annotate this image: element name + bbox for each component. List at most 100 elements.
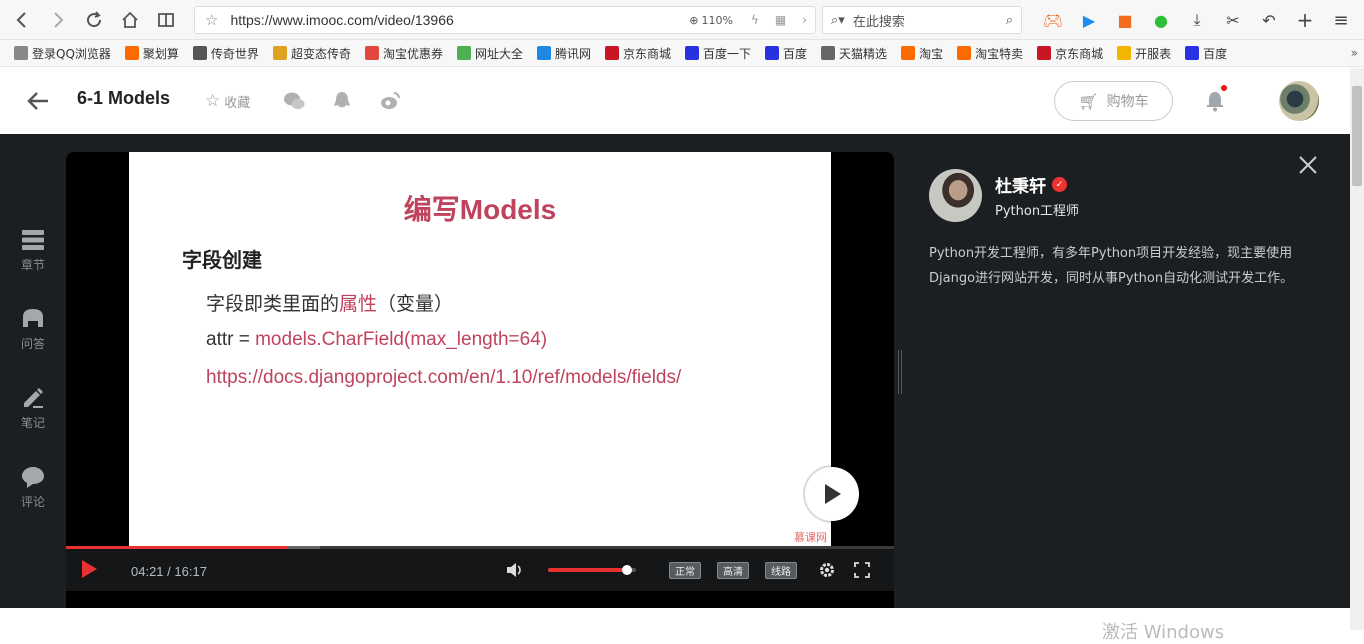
scissors-icon[interactable]: ✂ xyxy=(1220,7,1246,33)
bookmark-item[interactable]: 百度一下 xyxy=(685,45,751,62)
bookmark-item[interactable]: 开服表 xyxy=(1117,45,1171,62)
wechat-icon[interactable]: ● xyxy=(1148,7,1174,33)
wechat-share-icon[interactable] xyxy=(283,90,305,112)
jd-icon xyxy=(605,46,619,60)
bookmark-label: 腾讯网 xyxy=(554,46,591,61)
bookmark-label: 京东商城 xyxy=(1055,46,1104,61)
close-icon[interactable] xyxy=(1297,154,1319,176)
qq-share-icon[interactable] xyxy=(331,90,353,112)
side-nav-label: 笔记 xyxy=(20,416,45,430)
bookmarks-bar: 登录QQ浏览器 聚划算 传奇世界 超变态传奇 淘宝优惠券 网址大全 腾讯网 京东商城 百度一下 百… xyxy=(0,40,1364,67)
notification-dot xyxy=(1221,85,1227,91)
video-play-icon[interactable]: ▶ xyxy=(1076,7,1102,33)
qrcode-icon[interactable]: ▦ xyxy=(775,13,786,27)
camera-icon[interactable]: ■ xyxy=(1112,7,1138,33)
video-player[interactable]: 编写Models 字段创建 字段即类里面的属性（变量） attr = model… xyxy=(66,152,894,608)
teacher-name[interactable]: 杜秉轩 ✓ xyxy=(995,172,1067,197)
hao-icon xyxy=(456,46,471,60)
side-nav-chapter[interactable]: 章节 xyxy=(0,228,66,307)
reader-button[interactable] xyxy=(148,0,184,40)
cart-button[interactable]: 🛒︎ 购物车 xyxy=(1054,81,1173,121)
bookmark-item[interactable]: 网址大全 xyxy=(456,45,523,62)
route-button[interactable]: 线路 xyxy=(765,562,797,579)
flash-icon[interactable]: ϟ xyxy=(751,13,759,27)
time-display: 04:21 / 16:17 xyxy=(131,564,207,579)
search-input[interactable]: 在此搜索 xyxy=(853,11,1006,30)
bookmark-item[interactable]: 传奇世界 xyxy=(192,45,259,62)
home-button[interactable] xyxy=(112,0,148,40)
play-icon[interactable] xyxy=(80,559,98,579)
cart-label: 购物车 xyxy=(1106,94,1149,110)
side-nav-label: 章节 xyxy=(20,258,45,272)
bookmark-item[interactable]: 京东商城 xyxy=(605,45,671,62)
search-submit-icon[interactable]: ⌕ xyxy=(1006,13,1013,28)
magnifier-icon: ⊕ xyxy=(689,13,699,27)
volume-slider[interactable] xyxy=(548,565,636,575)
bookmark-label: 网址大全 xyxy=(474,46,523,61)
url-text[interactable]: https://www.imooc.com/video/13966 xyxy=(230,12,689,28)
back-arrow-icon[interactable] xyxy=(26,90,50,112)
undo-icon[interactable]: ↶ xyxy=(1256,7,1282,33)
favorite-button[interactable]: ☆ 收藏 xyxy=(205,91,250,111)
reload-button[interactable] xyxy=(76,0,112,40)
page-title: 6-1 Models xyxy=(77,88,171,108)
user-icon xyxy=(14,46,28,60)
bookmarks-overflow-icon[interactable]: » xyxy=(1351,46,1358,60)
bookmark-item[interactable]: 京东商城 xyxy=(1037,45,1103,62)
bookmark-item[interactable]: 登录QQ浏览器 xyxy=(14,45,111,62)
chevron-left-icon xyxy=(16,11,26,28)
home-icon xyxy=(122,11,138,28)
coupon-icon xyxy=(364,46,379,60)
volume-icon[interactable] xyxy=(506,561,524,579)
download-icon[interactable]: ⤓ xyxy=(1184,7,1210,33)
teacher-description: Python开发工程师，有多年Python项目开发经验，现主要使用Django进… xyxy=(929,246,1294,286)
address-bar[interactable]: ☆ https://www.imooc.com/video/13966 ⊕ 110… xyxy=(194,6,816,34)
bookmark-label: 天猫精选 xyxy=(839,46,888,61)
bookmark-item[interactable]: 淘宝优惠券 xyxy=(364,45,443,62)
menu-icon[interactable]: ≡ xyxy=(1328,7,1354,33)
bookmark-item[interactable]: 天猫精选 xyxy=(821,45,887,62)
volume-handle[interactable] xyxy=(622,565,633,575)
big-play-button[interactable] xyxy=(805,467,859,521)
forward-button[interactable] xyxy=(40,0,76,40)
chevron-right-icon[interactable]: › xyxy=(802,13,807,27)
bookmark-item[interactable]: 百度 xyxy=(765,45,807,62)
bookmark-item[interactable]: 超变态传奇 xyxy=(272,45,351,62)
cart-icon: 🛒︎ xyxy=(1078,91,1099,111)
bookmark-label: 登录QQ浏览器 xyxy=(32,46,111,61)
bookmark-star-icon[interactable]: ☆ xyxy=(205,11,218,29)
tencent-icon xyxy=(536,46,551,60)
bookmark-item[interactable]: 腾讯网 xyxy=(536,45,591,62)
side-nav-comment[interactable]: 评论 xyxy=(0,465,66,544)
bell-icon[interactable] xyxy=(1204,90,1226,112)
player-controls: 04:21 / 16:17 正常 高清 线路 xyxy=(66,549,894,591)
side-nav-note[interactable]: 笔记 xyxy=(0,386,66,465)
quality-normal-button[interactable]: 正常 xyxy=(669,562,701,579)
gamepad-icon[interactable]: 🎮︎ xyxy=(1040,7,1066,33)
qa-icon xyxy=(23,309,43,327)
bookmark-item[interactable]: 淘宝特卖 xyxy=(957,45,1023,62)
bookmark-item[interactable]: 百度 xyxy=(1185,45,1227,62)
zoom-indicator[interactable]: ⊕ 110% xyxy=(689,14,733,27)
page-scrollbar[interactable] xyxy=(1350,68,1364,630)
book-icon xyxy=(158,12,174,27)
panel-resize-handle[interactable] xyxy=(898,350,902,394)
teacher-name-text: 杜秉轩 xyxy=(995,177,1046,197)
bookmark-item[interactable]: 聚划算 xyxy=(124,45,179,62)
bookmark-label: 聚划算 xyxy=(142,46,179,61)
search-box[interactable]: ⌕▾ 在此搜索 ⌕ xyxy=(822,6,1022,34)
scrollbar-thumb[interactable] xyxy=(1352,86,1362,186)
new-tab-icon[interactable]: + xyxy=(1292,7,1318,33)
teacher-avatar[interactable] xyxy=(929,169,982,222)
gear-icon[interactable] xyxy=(818,561,836,579)
side-nav-qa[interactable]: 问答 xyxy=(0,307,66,386)
weibo-share-icon[interactable] xyxy=(379,90,401,112)
chevron-right-icon xyxy=(54,11,64,28)
back-button[interactable] xyxy=(4,0,40,40)
fullscreen-icon[interactable] xyxy=(854,562,870,578)
avatar[interactable] xyxy=(1279,81,1319,121)
baidu-icon xyxy=(685,46,700,60)
quality-hd-button[interactable]: 高清 xyxy=(717,562,749,579)
teacher-title: Python工程师 xyxy=(995,204,1080,219)
bookmark-item[interactable]: 淘宝 xyxy=(901,45,943,62)
